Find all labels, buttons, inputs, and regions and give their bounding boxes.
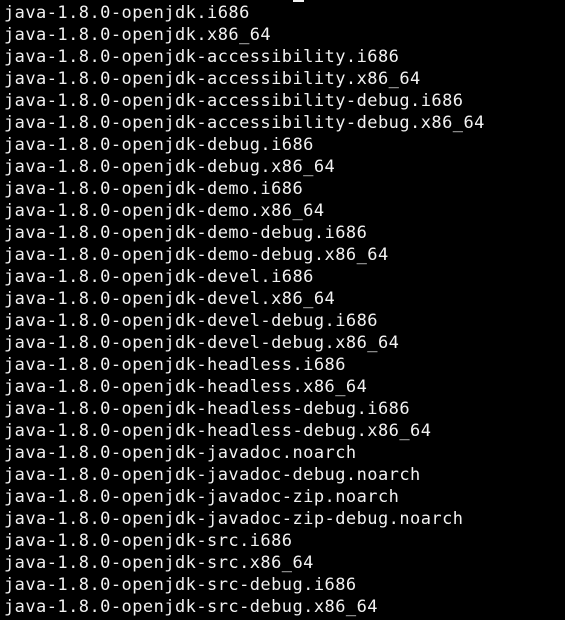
terminal-output-line: java-1.8.0-openjdk-src.x86_64 (4, 553, 314, 573)
terminal-output-line: java-1.8.0-openjdk-javadoc-zip.noarch (4, 487, 400, 507)
terminal-output-line: java-1.8.0-openjdk-headless.i686 (4, 355, 346, 375)
terminal-output-line: java-1.8.0-openjdk-devel-debug.x86_64 (4, 333, 400, 353)
terminal-output-line: java-1.8.0-openjdk-headless-debug.x86_64 (4, 421, 432, 441)
terminal-output-line: java-1.8.0-openjdk-devel.x86_64 (4, 289, 336, 309)
terminal-output-line: java-1.8.0-openjdk-debug.i686 (4, 135, 314, 155)
terminal-output-line: java-1.8.0-openjdk-headless-debug.i686 (4, 399, 411, 419)
terminal-output-line: java-1.8.0-openjdk-accessibility-debug.i… (4, 91, 464, 111)
terminal-output-line: java-1.8.0-openjdk-javadoc.noarch (4, 443, 357, 463)
terminal-output-line: java-1.8.0-openjdk-accessibility-debug.x… (4, 113, 485, 133)
terminal-output-line: java-1.8.0-openjdk-src.i686 (4, 531, 293, 551)
terminal-output-line: java-1.8.0-openjdk-demo.i686 (4, 179, 304, 199)
terminal-output-line: java-1.8.0-openjdk-accessibility.i686 (4, 47, 400, 67)
terminal-output-line: java-1.8.0-openjdk.x86_64 (4, 25, 272, 45)
terminal-output-line: java-1.8.0-openjdk.i686 (4, 3, 250, 23)
terminal-output-line: java-1.8.0-openjdk-devel-debug.i686 (4, 311, 378, 331)
terminal-output-line: java-1.8.0-openjdk-src-debug.x86_64 (4, 597, 378, 617)
terminal-output-line: java-1.8.0-openjdk-headless.x86_64 (4, 377, 368, 397)
terminal-output-line: java-1.8.0-openjdk-debug.x86_64 (4, 157, 336, 177)
terminal-output-line: java-1.8.0-openjdk-javadoc-debug.noarch (4, 465, 421, 485)
terminal-output-line: java-1.8.0-openjdk-javadoc-zip-debug.noa… (4, 509, 464, 529)
terminal-output-line: java-1.8.0-openjdk-src-debug.i686 (4, 575, 357, 595)
terminal-output: java-1.8.0-openjdk.i686 java-1.8.0-openj… (4, 2, 485, 618)
terminal-window[interactable]: java-1.8.0-openjdk.i686 java-1.8.0-openj… (0, 0, 565, 620)
terminal-output-line: java-1.8.0-openjdk-accessibility.x86_64 (4, 69, 421, 89)
terminal-output-line: java-1.8.0-openjdk-demo.x86_64 (4, 201, 325, 221)
terminal-output-line: java-1.8.0-openjdk-demo-debug.i686 (4, 223, 368, 243)
terminal-output-line: java-1.8.0-openjdk-demo-debug.x86_64 (4, 245, 389, 265)
terminal-output-line: java-1.8.0-openjdk-devel.i686 (4, 267, 314, 287)
